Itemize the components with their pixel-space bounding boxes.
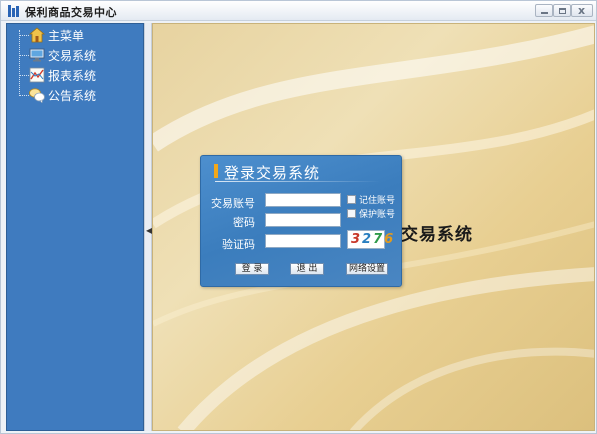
- sidebar-item-label: 公告系统: [48, 88, 97, 103]
- window-title: 保利商品交易中心: [25, 6, 117, 19]
- captcha-input[interactable]: [265, 234, 341, 248]
- captcha-image[interactable]: 3276: [347, 230, 393, 249]
- chart-icon: [29, 67, 45, 83]
- panel-splitter[interactable]: ◀: [144, 23, 152, 431]
- checkbox-box[interactable]: [347, 209, 356, 218]
- login-button[interactable]: 登 录: [235, 263, 269, 275]
- close-button[interactable]: x: [571, 4, 593, 17]
- account-input[interactable]: [265, 193, 341, 207]
- remember-account-label: 记住账号: [359, 196, 396, 206]
- captcha-char: 6: [384, 232, 396, 247]
- minimize-button[interactable]: [535, 4, 553, 17]
- tree-branch: [19, 34, 29, 36]
- account-label: 交易账号: [211, 197, 255, 210]
- title-bar[interactable]: 保利商品交易中心 x: [1, 1, 596, 21]
- login-dialog: 登录交易系统 交易账号 密码 验证码 记住账号 保护账号 3276 登 录 退 …: [200, 155, 402, 287]
- captcha-char: 2: [362, 232, 374, 247]
- protect-account-label: 保护账号: [359, 210, 396, 220]
- protect-account-checkbox[interactable]: 保护账号: [347, 207, 395, 220]
- close-icon: x: [578, 4, 586, 17]
- maximize-icon: [559, 8, 566, 14]
- sidebar-item-announcements[interactable]: 公告系统: [19, 86, 96, 104]
- minimize-icon: [541, 12, 548, 14]
- network-settings-button[interactable]: 网络设置: [346, 263, 388, 275]
- tree-branch: [19, 74, 29, 76]
- sidebar-item-label: 交易系统: [48, 48, 97, 63]
- monitor-icon: [29, 48, 45, 62]
- password-input[interactable]: [265, 213, 341, 227]
- captcha-char: 3: [351, 232, 363, 247]
- sidebar-tree: 主菜单 交易系统 报表系统 公告系统: [6, 23, 144, 431]
- captcha-char: 7: [373, 232, 385, 247]
- chat-bubble-icon: [29, 88, 45, 103]
- checkbox-box[interactable]: [347, 195, 356, 204]
- sidebar-item-label: 主菜单: [48, 28, 85, 43]
- captcha-label: 验证码: [222, 238, 255, 251]
- tree-branch: [19, 94, 29, 96]
- sidebar-item-trading[interactable]: 交易系统: [19, 46, 96, 64]
- exit-button[interactable]: 退 出: [290, 263, 324, 275]
- title-accent-bar: [214, 164, 218, 178]
- app-window: 保利商品交易中心 x 主菜单 交易系统 报表系统 公告系统 ◀ 交易系统 登录交…: [0, 0, 597, 434]
- tree-branch: [19, 54, 29, 56]
- remember-account-checkbox[interactable]: 记住账号: [347, 193, 395, 206]
- sidebar-item-label: 报表系统: [48, 68, 97, 83]
- title-divider: [215, 181, 380, 182]
- home-icon: [29, 27, 45, 43]
- app-logo-icon: [8, 5, 19, 17]
- sidebar-item-main-menu[interactable]: 主菜单: [19, 26, 84, 44]
- maximize-button[interactable]: [553, 4, 571, 17]
- password-label: 密码: [233, 216, 255, 229]
- background-title: 交易系统: [401, 225, 473, 245]
- login-title: 登录交易系统: [224, 164, 321, 182]
- sidebar-item-reports[interactable]: 报表系统: [19, 66, 96, 84]
